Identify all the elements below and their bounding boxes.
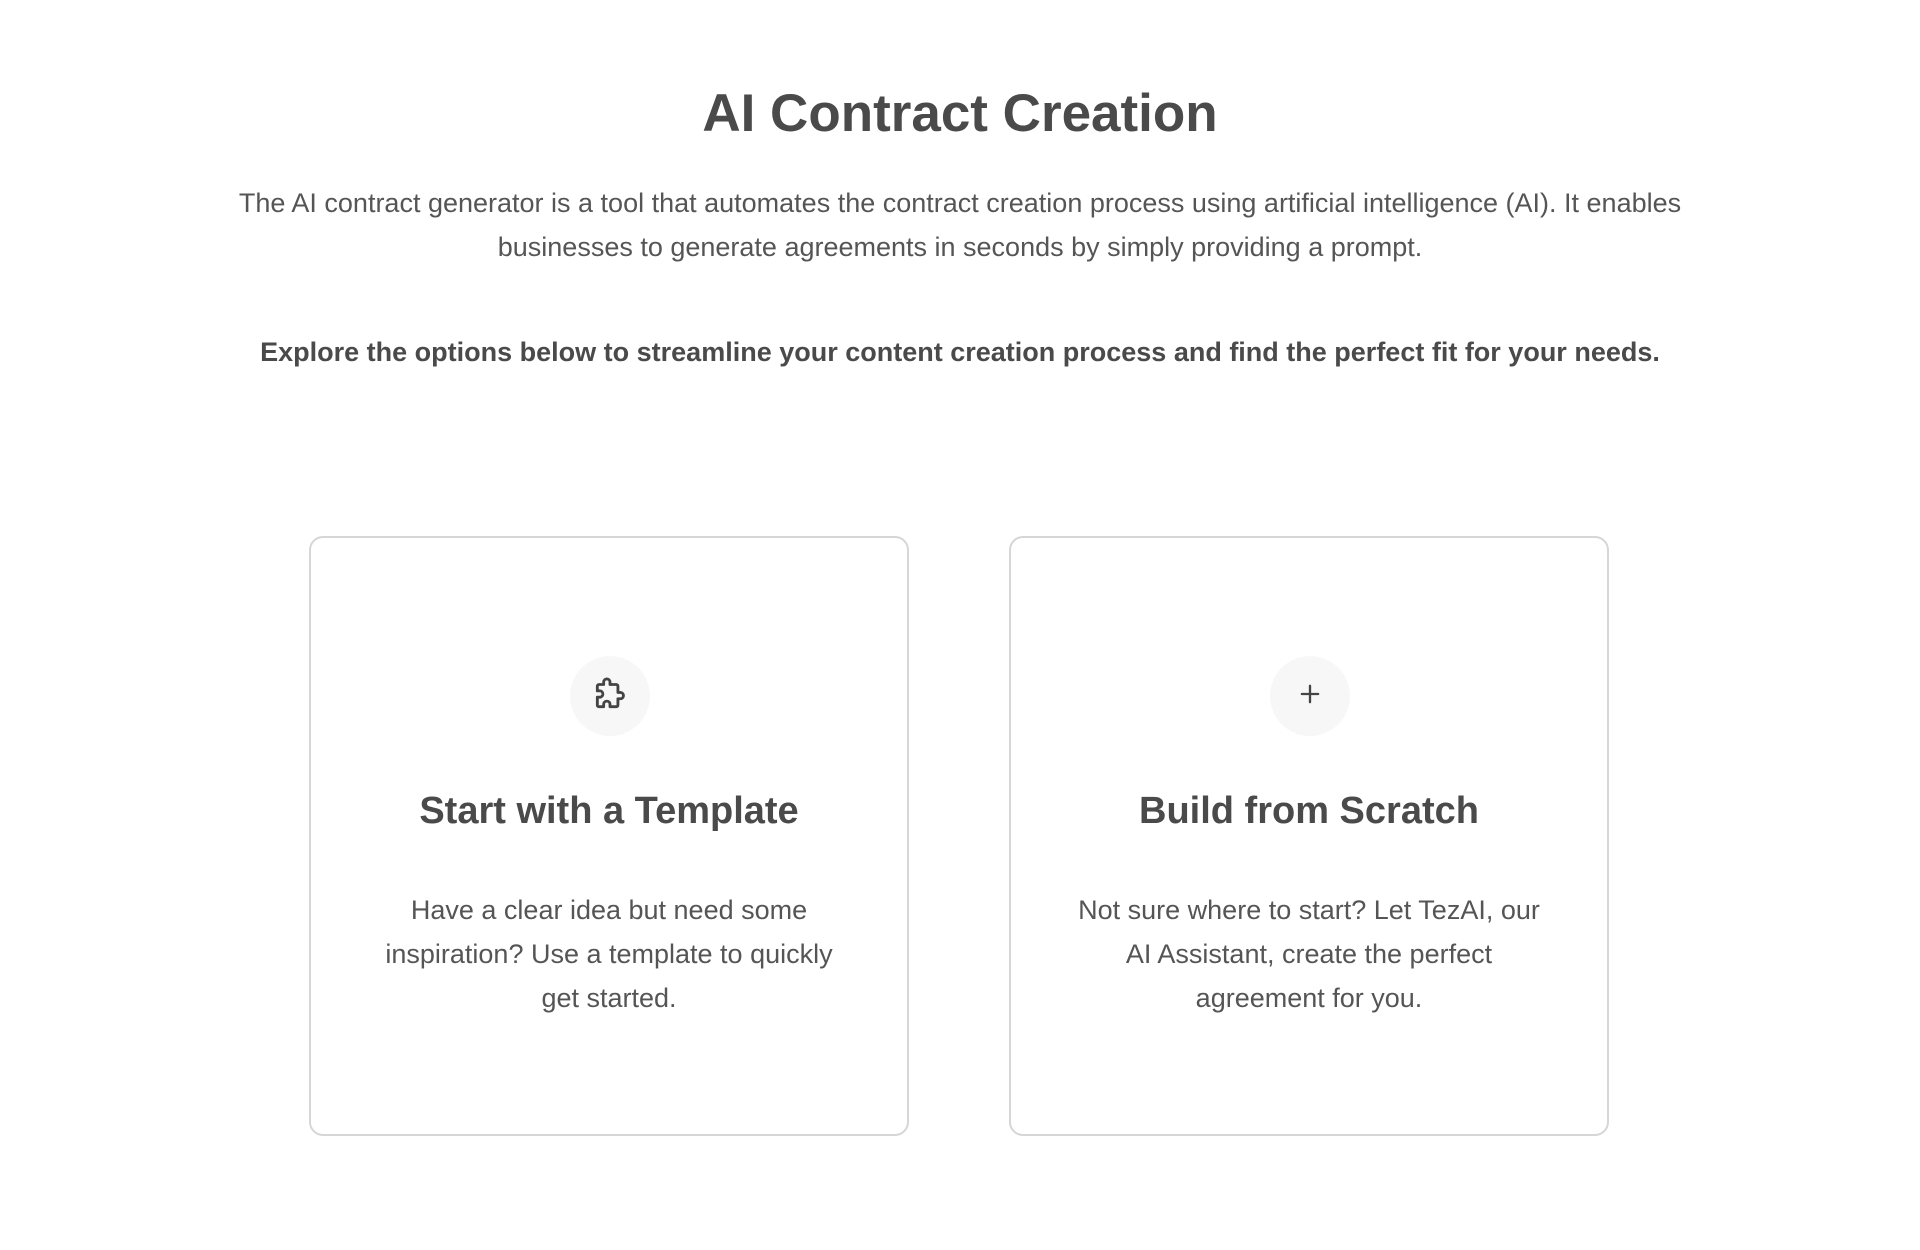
plus-icon [1296, 680, 1324, 713]
start-with-template-card[interactable]: Start with a Template Have a clear idea … [309, 536, 909, 1136]
template-card-description: Have a clear idea but need some inspirat… [385, 895, 833, 1013]
page-title: AI Contract Creation [702, 84, 1218, 143]
ai-contract-creation-page: AI Contract Creation The AI contract gen… [0, 0, 1920, 1250]
template-card-title: Start with a Template [419, 790, 799, 832]
template-icon-container [570, 656, 650, 736]
scratch-card-description: Not sure where to start? Let TezAI, our … [1078, 895, 1540, 1013]
scratch-card-title: Build from Scratch [1139, 790, 1479, 832]
page-subtitle: Explore the options below to streamline … [260, 337, 1660, 367]
puzzle-icon [591, 675, 629, 718]
page-description: The AI contract generator is a tool that… [238, 188, 1682, 262]
scratch-icon-container [1270, 656, 1350, 736]
build-from-scratch-card[interactable]: Build from Scratch Not sure where to sta… [1009, 536, 1609, 1136]
